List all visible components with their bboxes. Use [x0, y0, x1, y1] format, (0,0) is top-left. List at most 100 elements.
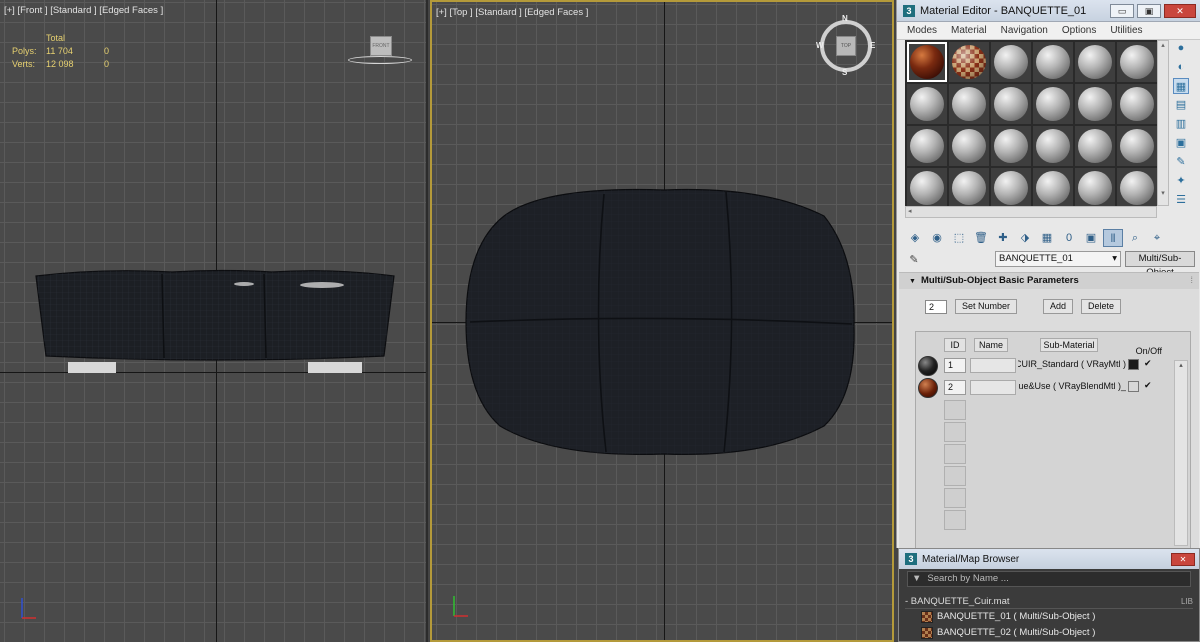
- rollout-header[interactable]: ▼ Multi/Sub-Object Basic Parameters ⁞: [899, 273, 1199, 289]
- sample-slot[interactable]: [1075, 42, 1115, 82]
- put-to-library-icon[interactable]: ▦: [1037, 229, 1057, 247]
- sub-material-id[interactable]: 2: [944, 380, 966, 395]
- search-options-icon[interactable]: ▼: [912, 572, 921, 586]
- viewcube[interactable]: FRONT: [370, 36, 392, 56]
- browser-search-input[interactable]: ▼ Search by Name ...: [907, 571, 1191, 587]
- table-scrollbar[interactable]: ▴: [1174, 360, 1188, 546]
- scroll-up-icon[interactable]: ▴: [1179, 362, 1183, 369]
- put-to-scene-icon[interactable]: ◉: [927, 229, 947, 247]
- material-editor-titlebar[interactable]: 3 Material Editor - BANQUETTE_01 ▭ ▣ ✕: [897, 0, 1200, 22]
- menu-material[interactable]: Material: [951, 25, 987, 36]
- scroll-left-icon[interactable]: ◂: [908, 208, 912, 215]
- menu-options[interactable]: Options: [1062, 25, 1096, 36]
- sub-material-id[interactable]: 1: [944, 358, 966, 373]
- bench-top-view[interactable]: [464, 186, 858, 458]
- material-navigator-icon[interactable]: ☰: [1173, 192, 1189, 208]
- browser-close-button[interactable]: ✕: [1171, 552, 1195, 566]
- make-preview-icon[interactable]: ▣: [1173, 135, 1189, 151]
- sub-material-count-field[interactable]: 2: [925, 299, 947, 314]
- material-id-channel-icon[interactable]: 0: [1059, 229, 1079, 247]
- make-unique-icon[interactable]: ⬗: [1015, 229, 1035, 247]
- delete-button[interactable]: Delete: [1081, 299, 1122, 314]
- sample-slot[interactable]: [1117, 84, 1157, 124]
- sample-slot[interactable]: [907, 126, 947, 166]
- sub-material-name-field[interactable]: [970, 358, 1016, 373]
- sample-slot[interactable]: [949, 168, 989, 208]
- sample-slot[interactable]: [907, 84, 947, 124]
- options-icon[interactable]: ✎: [1173, 154, 1189, 170]
- sub-material-on-checkbox[interactable]: ✔: [1144, 358, 1152, 369]
- close-button[interactable]: ✕: [1164, 3, 1196, 18]
- sample-slot[interactable]: [949, 84, 989, 124]
- sample-slot[interactable]: [1117, 126, 1157, 166]
- sample-slot[interactable]: [1075, 84, 1115, 124]
- select-by-material-icon[interactable]: ✦: [1173, 173, 1189, 189]
- column-id[interactable]: ID: [944, 338, 966, 352]
- sample-slot[interactable]: [1075, 126, 1115, 166]
- sub-material-name-field[interactable]: [970, 380, 1016, 395]
- slot-horizontal-scrollbar[interactable]: ◂: [905, 206, 1157, 218]
- maximize-button[interactable]: ▣: [1137, 3, 1161, 18]
- sample-slot[interactable]: [1033, 126, 1073, 166]
- sample-slot[interactable]: [991, 126, 1031, 166]
- bench-front-view[interactable]: [32, 268, 398, 376]
- menu-navigation[interactable]: Navigation: [1001, 25, 1048, 36]
- viewcube-compass[interactable]: TOP N S W E: [816, 14, 876, 77]
- sub-material-color-swatch[interactable]: [1128, 381, 1139, 392]
- material-editor-window[interactable]: 3 Material Editor - BANQUETTE_01 ▭ ▣ ✕ M…: [896, 0, 1200, 549]
- column-sub-material[interactable]: Sub-Material: [1040, 338, 1098, 352]
- show-in-viewport-icon[interactable]: ▣: [1081, 229, 1101, 247]
- sub-material-on-checkbox[interactable]: ✔: [1144, 380, 1152, 391]
- go-to-parent-icon[interactable]: ⌕: [1125, 229, 1145, 247]
- browser-titlebar[interactable]: 3 Material/Map Browser ✕: [899, 549, 1199, 569]
- front-viewport-label[interactable]: [+] [Front ] [Standard ] [Edged Faces ]: [4, 5, 163, 16]
- uv-tiling-icon[interactable]: ▤: [1173, 97, 1189, 113]
- sample-slot[interactable]: [991, 168, 1031, 208]
- make-copy-icon[interactable]: ✚: [993, 229, 1013, 247]
- sub-material-button[interactable]: CUIR_Standard ( VRayMtl ): [1018, 358, 1126, 373]
- sample-slot[interactable]: [907, 168, 947, 208]
- sample-type-sphere-icon[interactable]: ●: [1173, 40, 1189, 56]
- show-end-result-icon[interactable]: ⫴: [1103, 229, 1123, 247]
- library-group-header[interactable]: - BANQUETTE_Cuir.mat LIB: [905, 595, 1193, 609]
- viewcube-top[interactable]: TOP: [836, 36, 856, 56]
- material-name-dropdown[interactable]: BANQUETTE_01 ▾: [995, 251, 1121, 267]
- video-color-check-icon[interactable]: ▥: [1173, 116, 1189, 132]
- background-icon[interactable]: ▦: [1173, 78, 1189, 94]
- scroll-up-icon[interactable]: ▴: [1158, 41, 1168, 49]
- sample-slot[interactable]: [1033, 42, 1073, 82]
- sample-slot[interactable]: [1117, 42, 1157, 82]
- list-item[interactable]: BANQUETTE_02 ( Multi/Sub-Object ): [899, 625, 1199, 641]
- add-button[interactable]: Add: [1043, 299, 1074, 314]
- menu-utilities[interactable]: Utilities: [1110, 25, 1142, 36]
- top-viewport-label[interactable]: [+] [Top ] [Standard ] [Edged Faces ]: [436, 7, 588, 18]
- slot-vertical-scrollbar[interactable]: ▴ ▾: [1157, 40, 1169, 206]
- front-viewport[interactable]: [+] [Front ] [Standard ] [Edged Faces ] …: [0, 0, 428, 642]
- go-forward-icon[interactable]: ⌖: [1147, 229, 1167, 247]
- get-material-icon[interactable]: ◈: [905, 229, 925, 247]
- minimize-button[interactable]: ▭: [1110, 3, 1134, 18]
- sample-slot[interactable]: [991, 84, 1031, 124]
- sample-slot[interactable]: [1117, 168, 1157, 208]
- sample-slot[interactable]: [949, 42, 989, 82]
- sample-slot[interactable]: [991, 42, 1031, 82]
- sample-slot[interactable]: [949, 126, 989, 166]
- sub-material-color-swatch[interactable]: [1128, 359, 1139, 370]
- eyedropper-icon[interactable]: ✎: [905, 253, 923, 266]
- sample-slot[interactable]: [1075, 168, 1115, 208]
- scroll-down-icon[interactable]: ▾: [1158, 189, 1168, 197]
- material-type-button[interactable]: Multi/Sub-Object: [1125, 251, 1195, 278]
- viewcube-ring[interactable]: [348, 56, 412, 64]
- sample-slot[interactable]: [1033, 84, 1073, 124]
- sub-material-button[interactable]: _Laque&Use ( VRayBlendMtl ): [1018, 380, 1126, 395]
- reset-map-icon[interactable]: 🗑: [971, 229, 991, 247]
- sample-slot[interactable]: [907, 42, 947, 82]
- column-name[interactable]: Name: [974, 338, 1008, 352]
- material-map-browser[interactable]: 3 Material/Map Browser ✕ ▼ Search by Nam…: [898, 548, 1200, 642]
- menu-modes[interactable]: Modes: [907, 25, 937, 36]
- assign-material-icon[interactable]: ⬚: [949, 229, 969, 247]
- sample-slot[interactable]: [1033, 168, 1073, 208]
- list-item[interactable]: BANQUETTE_01 ( Multi/Sub-Object ): [899, 609, 1199, 625]
- set-number-button[interactable]: Set Number: [955, 299, 1018, 314]
- backlight-icon[interactable]: ◐: [1173, 59, 1189, 75]
